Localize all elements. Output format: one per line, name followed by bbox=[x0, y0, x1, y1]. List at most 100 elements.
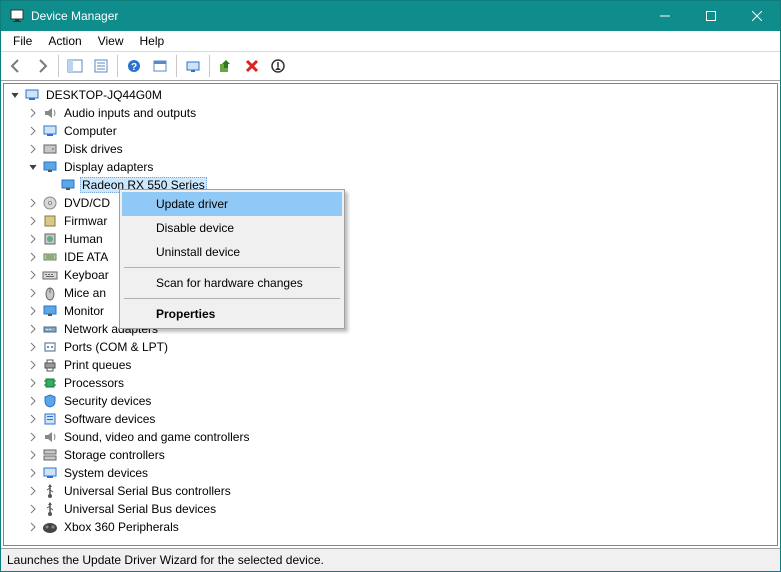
app-icon bbox=[9, 8, 25, 24]
expand-placeholder bbox=[44, 178, 58, 192]
category-icon bbox=[42, 447, 58, 463]
tree-category-node[interactable]: Processors bbox=[4, 374, 777, 392]
category-icon bbox=[42, 357, 58, 373]
title-bar: Device Manager bbox=[1, 1, 780, 31]
tree-node-label: Software devices bbox=[62, 412, 157, 426]
forward-button[interactable] bbox=[30, 54, 54, 78]
uninstall-device-button[interactable] bbox=[240, 54, 264, 78]
chevron-right-icon[interactable] bbox=[26, 412, 40, 426]
chevron-right-icon[interactable] bbox=[26, 286, 40, 300]
tree-node-label: Sound, video and game controllers bbox=[62, 430, 251, 444]
tree-node-label: Security devices bbox=[62, 394, 153, 408]
tree-node-label: Mice an bbox=[62, 286, 108, 300]
svg-text:?: ? bbox=[131, 62, 137, 73]
window-title: Device Manager bbox=[31, 9, 642, 23]
chevron-right-icon[interactable] bbox=[26, 358, 40, 372]
menu-file[interactable]: File bbox=[5, 33, 40, 49]
tree-node-label: Disk drives bbox=[62, 142, 125, 156]
chevron-right-icon[interactable] bbox=[26, 232, 40, 246]
tree-category-node[interactable]: Security devices bbox=[4, 392, 777, 410]
chevron-right-icon[interactable] bbox=[26, 448, 40, 462]
tree-category-node[interactable]: Universal Serial Bus controllers bbox=[4, 482, 777, 500]
chevron-down-icon[interactable] bbox=[8, 88, 22, 102]
tree-category-node[interactable]: Storage controllers bbox=[4, 446, 777, 464]
category-icon bbox=[42, 141, 58, 157]
menu-action[interactable]: Action bbox=[40, 33, 89, 49]
chevron-right-icon[interactable] bbox=[26, 520, 40, 534]
chevron-right-icon[interactable] bbox=[26, 106, 40, 120]
computer-icon bbox=[24, 87, 40, 103]
maximize-button[interactable] bbox=[688, 1, 734, 31]
tree-node-label: Universal Serial Bus controllers bbox=[62, 484, 233, 498]
chevron-right-icon[interactable] bbox=[26, 394, 40, 408]
chevron-right-icon[interactable] bbox=[26, 376, 40, 390]
tree-node-label: Human bbox=[62, 232, 105, 246]
chevron-right-icon[interactable] bbox=[26, 430, 40, 444]
tree-category-node[interactable]: Display adapters bbox=[4, 158, 777, 176]
back-button[interactable] bbox=[4, 54, 28, 78]
scan-hardware-button[interactable] bbox=[181, 54, 205, 78]
category-icon bbox=[42, 465, 58, 481]
context-properties[interactable]: Properties bbox=[122, 302, 342, 326]
tree-node-label: Computer bbox=[62, 124, 119, 138]
toolbar-separator bbox=[176, 55, 177, 77]
help-button[interactable]: ? bbox=[122, 54, 146, 78]
tree-root-node[interactable]: DESKTOP-JQ44G0M bbox=[4, 86, 777, 104]
tree-category-node[interactable]: Sound, video and game controllers bbox=[4, 428, 777, 446]
tree-node-label: Keyboar bbox=[62, 268, 111, 282]
close-button[interactable] bbox=[734, 1, 780, 31]
tree-node-label: Print queues bbox=[62, 358, 133, 372]
category-icon bbox=[42, 339, 58, 355]
chevron-right-icon[interactable] bbox=[26, 250, 40, 264]
status-bar: Launches the Update Driver Wizard for th… bbox=[1, 548, 780, 571]
context-uninstall-device[interactable]: Uninstall device bbox=[122, 240, 342, 264]
chevron-right-icon[interactable] bbox=[26, 268, 40, 282]
tree-category-node[interactable]: Ports (COM & LPT) bbox=[4, 338, 777, 356]
display-adapter-icon bbox=[60, 177, 76, 193]
tree-category-node[interactable]: Audio inputs and outputs bbox=[4, 104, 777, 122]
chevron-right-icon[interactable] bbox=[26, 502, 40, 516]
category-icon bbox=[42, 429, 58, 445]
tree-node-label: System devices bbox=[62, 466, 150, 480]
toolbar: ? bbox=[1, 52, 780, 81]
chevron-right-icon[interactable] bbox=[26, 304, 40, 318]
tree-category-node[interactable]: Disk drives bbox=[4, 140, 777, 158]
category-icon bbox=[42, 123, 58, 139]
chevron-right-icon[interactable] bbox=[26, 484, 40, 498]
chevron-right-icon[interactable] bbox=[26, 142, 40, 156]
update-driver-button[interactable] bbox=[214, 54, 238, 78]
menu-bar: File Action View Help bbox=[1, 31, 780, 52]
tree-category-node[interactable]: Software devices bbox=[4, 410, 777, 428]
minimize-button[interactable] bbox=[642, 1, 688, 31]
chevron-right-icon[interactable] bbox=[26, 322, 40, 336]
context-scan-hardware[interactable]: Scan for hardware changes bbox=[122, 271, 342, 295]
chevron-right-icon[interactable] bbox=[26, 340, 40, 354]
context-disable-device[interactable]: Disable device bbox=[122, 216, 342, 240]
chevron-right-icon[interactable] bbox=[26, 214, 40, 228]
menu-help[interactable]: Help bbox=[132, 33, 173, 49]
tree-node-label: Monitor bbox=[62, 304, 106, 318]
disable-device-button[interactable] bbox=[266, 54, 290, 78]
tree-node-label: Storage controllers bbox=[62, 448, 167, 462]
show-hide-tree-button[interactable] bbox=[63, 54, 87, 78]
action-button[interactable] bbox=[148, 54, 172, 78]
tree-category-node[interactable]: Computer bbox=[4, 122, 777, 140]
category-icon bbox=[42, 501, 58, 517]
chevron-right-icon[interactable] bbox=[26, 124, 40, 138]
chevron-right-icon[interactable] bbox=[26, 466, 40, 480]
chevron-down-icon[interactable] bbox=[26, 160, 40, 174]
tree-category-node[interactable]: Print queues bbox=[4, 356, 777, 374]
tree-category-node[interactable]: System devices bbox=[4, 464, 777, 482]
tree-category-node[interactable]: Universal Serial Bus devices bbox=[4, 500, 777, 518]
category-icon bbox=[42, 483, 58, 499]
tree-category-node[interactable]: Xbox 360 Peripherals bbox=[4, 518, 777, 536]
properties-button[interactable] bbox=[89, 54, 113, 78]
menu-view[interactable]: View bbox=[90, 33, 132, 49]
context-update-driver[interactable]: Update driver bbox=[122, 192, 342, 216]
context-separator bbox=[124, 298, 340, 299]
chevron-right-icon[interactable] bbox=[26, 196, 40, 210]
category-icon bbox=[42, 213, 58, 229]
category-icon bbox=[42, 411, 58, 427]
tree-node-label: DVD/CD bbox=[62, 196, 112, 210]
category-icon bbox=[42, 231, 58, 247]
